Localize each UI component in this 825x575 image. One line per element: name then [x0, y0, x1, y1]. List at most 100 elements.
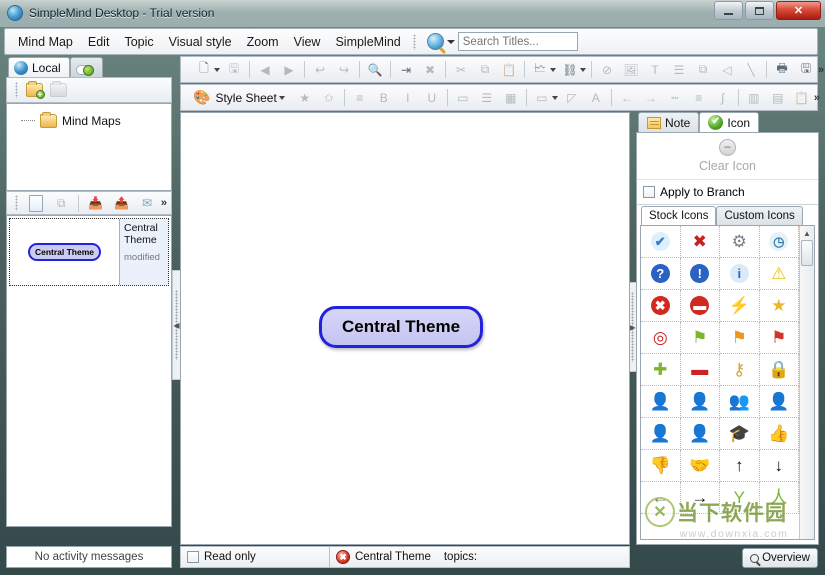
- new-folder-button[interactable]: +: [23, 80, 45, 101]
- save-button[interactable]: 🖫: [223, 59, 245, 80]
- auto-layout-button[interactable]: ⛓: [559, 59, 581, 80]
- duplicate-map-button[interactable]: ⧉: [51, 193, 73, 214]
- no-entry-icon[interactable]: ▬: [680, 290, 720, 322]
- print-button[interactable]: 🖶: [771, 59, 793, 80]
- palette-icon[interactable]: 🎨: [193, 87, 210, 108]
- menu-mind-map[interactable]: Mind Map: [11, 31, 80, 53]
- clipboard-style-button[interactable]: 📋: [791, 87, 813, 108]
- map-list-overflow-button[interactable]: »: [161, 197, 167, 209]
- delete-folder-button[interactable]: [47, 80, 69, 101]
- tab-stock-icons[interactable]: Stock Icons: [641, 206, 717, 225]
- shape-button[interactable]: ◁: [716, 59, 738, 80]
- favorite-style-button[interactable]: ★: [294, 87, 316, 108]
- checkbox-button[interactable]: ⊘: [596, 59, 618, 80]
- font-color-button[interactable]: A: [585, 87, 607, 108]
- icon-grid-scrollbar[interactable]: ▲: [799, 226, 814, 539]
- lock-icon[interactable]: 🔒: [759, 354, 799, 386]
- image-button[interactable]: 🖼: [620, 59, 642, 80]
- text-note-button[interactable]: T: [644, 59, 666, 80]
- add-style-button[interactable]: ✩: [318, 87, 340, 108]
- search-input[interactable]: [457, 32, 578, 51]
- toolbar-overflow-button[interactable]: »: [814, 92, 820, 104]
- import-map-button[interactable]: 📥: [85, 193, 107, 214]
- forward-button[interactable]: ▶: [278, 59, 300, 80]
- tab-icon[interactable]: ✔ Icon: [699, 112, 760, 132]
- fill-color-button[interactable]: ▭: [531, 87, 553, 108]
- tab-cloud[interactable]: [69, 57, 103, 77]
- chevron-down-icon[interactable]: [278, 95, 285, 100]
- handshake-icon[interactable]: 🤝: [680, 450, 720, 482]
- arrow-up-circle-icon[interactable]: ↑: [720, 450, 760, 482]
- minus-red-icon[interactable]: ▬: [680, 354, 720, 386]
- read-only-checkbox[interactable]: [187, 551, 199, 563]
- gear-icon[interactable]: ⚙: [720, 226, 760, 258]
- layout-button[interactable]: 🗠: [529, 59, 551, 80]
- tab-note[interactable]: Note: [638, 112, 700, 132]
- x-circle-red-icon[interactable]: ✖: [641, 290, 681, 322]
- thumbs-down-icon[interactable]: 👎: [641, 450, 681, 482]
- align-text-button[interactable]: ≡: [349, 87, 371, 108]
- pen-color-button[interactable]: ◸: [561, 87, 583, 108]
- presenter-icon[interactable]: 👤: [759, 386, 799, 418]
- border-button[interactable]: ▭: [452, 87, 474, 108]
- flag-red-icon[interactable]: ⚑: [759, 322, 799, 354]
- plus-green-icon[interactable]: ✚: [641, 354, 681, 386]
- tab-local[interactable]: Local: [8, 57, 70, 77]
- menu-simplemind[interactable]: SimpleMind: [328, 31, 407, 53]
- mind-map-canvas[interactable]: Central Theme: [180, 112, 630, 545]
- lightning-icon[interactable]: ⚡: [720, 290, 760, 322]
- new-document-button[interactable]: 🗋: [193, 59, 215, 80]
- info-diamond-icon[interactable]: i: [720, 258, 760, 290]
- export-button[interactable]: 🖫: [795, 59, 817, 80]
- fill-lines-button[interactable]: ☰: [476, 87, 498, 108]
- table-button[interactable]: ▤: [767, 87, 789, 108]
- menu-edit[interactable]: Edit: [81, 31, 117, 53]
- copy-button[interactable]: ⧉: [474, 59, 496, 80]
- clock-icon[interactable]: ◷: [759, 226, 799, 258]
- redo-button[interactable]: ↪: [333, 59, 355, 80]
- scroll-up-icon[interactable]: ▲: [800, 226, 814, 240]
- line-weight-button[interactable]: ≡: [688, 87, 710, 108]
- worker-icon[interactable]: 👤: [680, 418, 720, 450]
- thumbs-up-icon[interactable]: 👍: [759, 418, 799, 450]
- apply-to-branch-row[interactable]: Apply to Branch: [637, 180, 818, 205]
- add-topic-button[interactable]: ⇥: [395, 59, 417, 80]
- bold-button[interactable]: B: [373, 87, 395, 108]
- menu-topic[interactable]: Topic: [117, 31, 160, 53]
- close-button[interactable]: ✕: [776, 1, 821, 20]
- back-button[interactable]: ◀: [254, 59, 276, 80]
- folder-tree[interactable]: Mind Maps: [6, 103, 172, 191]
- person-arms-up-icon[interactable]: Y: [720, 482, 760, 514]
- exclamation-circle-icon[interactable]: !: [680, 258, 720, 290]
- menu-view[interactable]: View: [287, 31, 328, 53]
- flag-orange-icon[interactable]: ⚑: [720, 322, 760, 354]
- arrow-right-button[interactable]: →: [640, 87, 662, 108]
- arrow-left-circle-icon[interactable]: ←: [641, 482, 681, 514]
- read-only-cell[interactable]: Read only: [180, 546, 330, 568]
- person-standing-icon[interactable]: 人: [759, 482, 799, 514]
- scrollbar-thumb[interactable]: [801, 240, 813, 266]
- flag-green-icon[interactable]: ⚑: [680, 322, 720, 354]
- grid-button[interactable]: ▦: [500, 87, 522, 108]
- underline-button[interactable]: U: [421, 87, 443, 108]
- dashed-line-button[interactable]: ┉: [664, 87, 686, 108]
- group-icon[interactable]: 👥: [720, 386, 760, 418]
- delete-topic-button[interactable]: ✖: [419, 59, 441, 80]
- officer-icon[interactable]: 👤: [641, 418, 681, 450]
- person-pink-icon[interactable]: 👤: [680, 386, 720, 418]
- list-item[interactable]: Central Theme Central Theme modified: [9, 218, 169, 286]
- clone-button[interactable]: ⧉: [692, 59, 714, 80]
- arrow-down-circle-icon[interactable]: ↓: [759, 450, 799, 482]
- maximize-button[interactable]: [745, 1, 774, 20]
- person-blue-icon[interactable]: 👤: [641, 386, 681, 418]
- line-button[interactable]: ╲: [740, 59, 762, 80]
- zoom-button[interactable]: 🔍: [364, 59, 386, 80]
- columns-button[interactable]: ▥: [743, 87, 765, 108]
- red-x-icon[interactable]: ✖: [680, 226, 720, 258]
- key-icon[interactable]: ⚷: [720, 354, 760, 386]
- arrow-right-circle-icon[interactable]: →: [680, 482, 720, 514]
- menu-visual-style[interactable]: Visual style: [162, 31, 239, 53]
- star-icon[interactable]: ★: [759, 290, 799, 322]
- curve-button[interactable]: ∫: [712, 87, 734, 108]
- toolbar-overflow-button[interactable]: »: [818, 64, 824, 76]
